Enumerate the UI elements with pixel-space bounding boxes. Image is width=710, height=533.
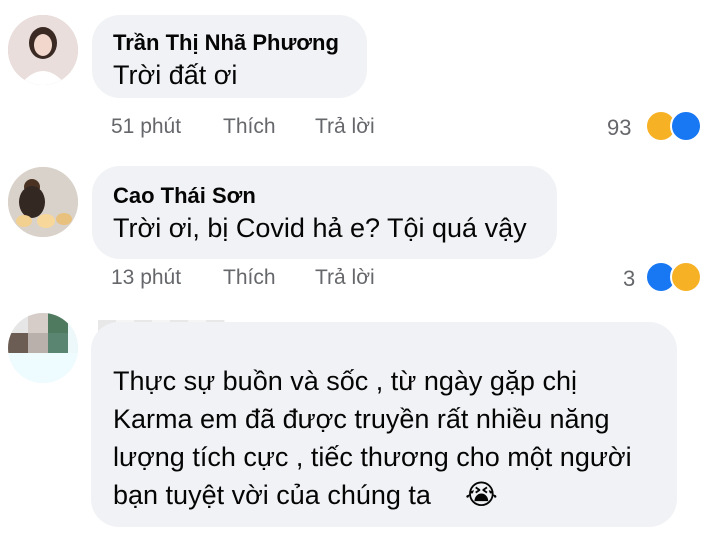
comment-timestamp[interactable]: 13 phút: [111, 266, 181, 290]
avatar[interactable]: [8, 15, 78, 85]
comment-text-line-2: Karma em đã được truyền rất nhiều năng: [113, 404, 610, 434]
like-reaction-icon: [670, 110, 702, 142]
comment-text-line-3: lượng tích cực , tiếc thương cho một ngư…: [113, 442, 632, 472]
reaction-count[interactable]: 3: [623, 266, 635, 292]
blurred-avatar[interactable]: [8, 313, 78, 383]
reply-button[interactable]: Trả lời: [315, 115, 375, 139]
reaction-count[interactable]: 93: [607, 115, 631, 141]
blurred-profile-photo: [8, 313, 78, 383]
comment-text: Trời ơi, bị Covid hả e? Tội quá vậy: [113, 213, 527, 243]
comment-text: Trời đất ơi: [113, 60, 238, 90]
commenter-name[interactable]: Trần Thị Nhã Phương: [113, 30, 339, 56]
like-button[interactable]: Thích: [223, 266, 276, 290]
comment-text-line-4: bạn tuyệt vời của chúng ta: [113, 480, 431, 510]
sad-reaction-icon: [670, 261, 702, 293]
crying-emoji-icon: 😭: [465, 479, 498, 510]
commenter-name[interactable]: Cao Thái Sơn: [113, 183, 256, 209]
avatar[interactable]: [8, 167, 78, 237]
profile-photo: [8, 167, 78, 237]
comment-text-line-1: Thực sự buồn và sốc , từ ngày gặp chị: [113, 366, 577, 396]
comment-timestamp[interactable]: 51 phút: [111, 115, 181, 139]
profile-photo: [8, 15, 78, 85]
like-button[interactable]: Thích: [223, 115, 276, 139]
reply-button[interactable]: Trả lời: [315, 266, 375, 290]
